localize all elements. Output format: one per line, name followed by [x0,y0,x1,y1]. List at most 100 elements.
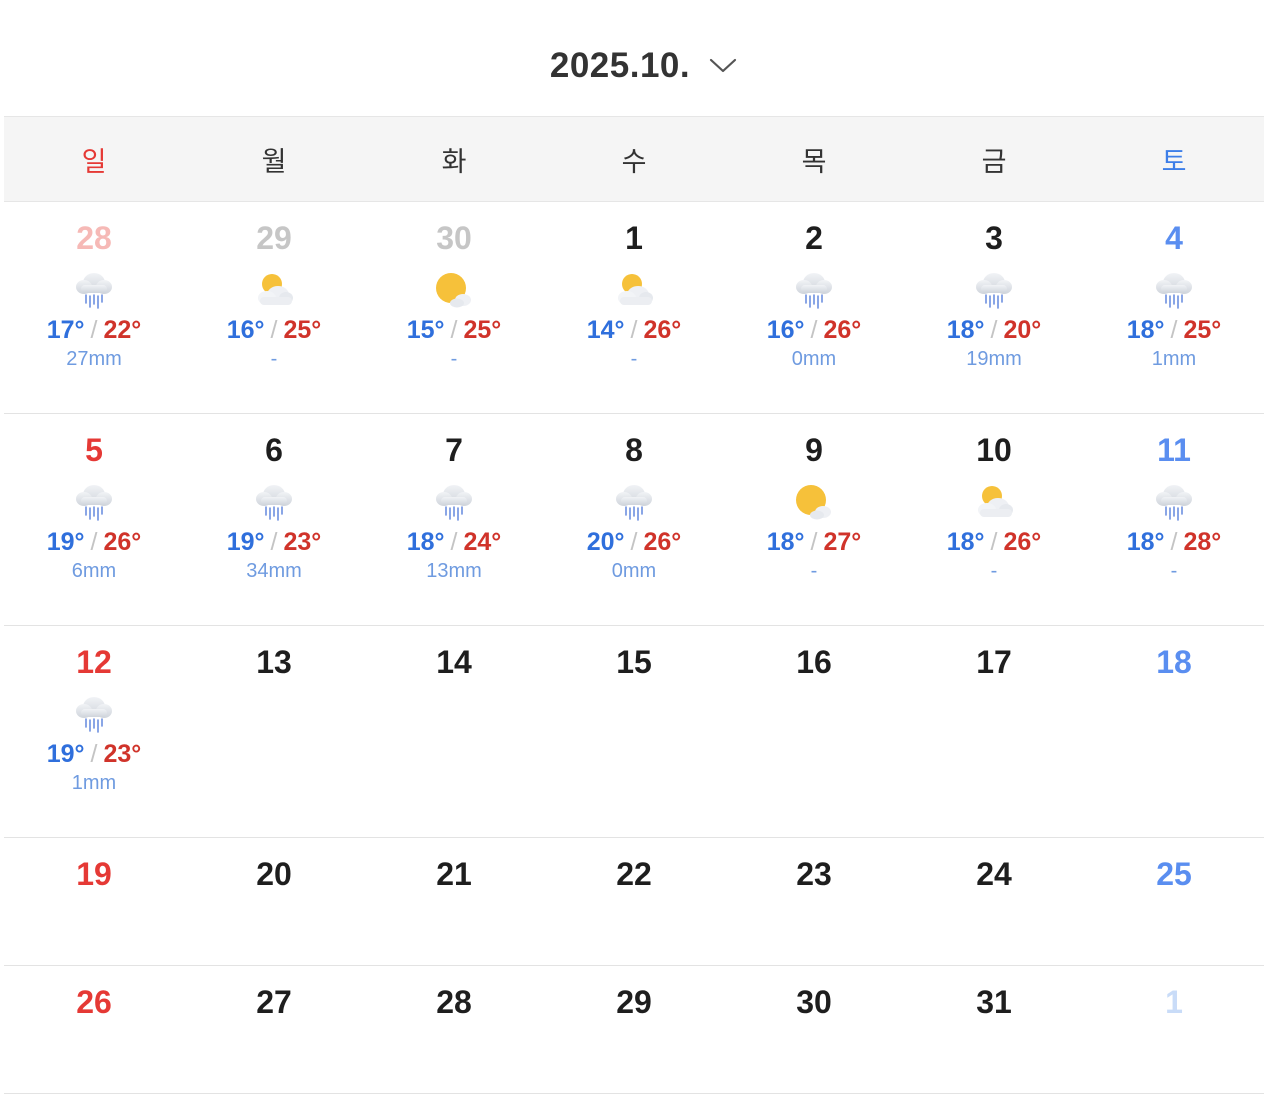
day-cell[interactable]: 25 [1084,838,1264,965]
day-cell[interactable]: 21 [364,838,544,965]
day-number: 31 [976,984,1012,1020]
day-number: 15 [616,644,652,680]
day-number: 23 [796,856,832,892]
day-cell[interactable]: 1 14°/26° - [544,202,724,413]
day-cell[interactable]: 11 18°/28° - [1084,414,1264,625]
temp-separator: / [1170,316,1178,344]
day-cell[interactable]: 27 [184,966,364,1093]
weekday-mon: 월 [261,146,287,177]
weekday-tue: 화 [441,146,467,177]
temp-separator: / [270,316,278,344]
day-cell[interactable]: 28 17°/22° 27mm [4,202,184,413]
day-cell[interactable]: 3 18°/20° 19mm [904,202,1084,413]
day-cell[interactable]: 2 16°/26° 0mm [724,202,904,413]
rain-cloud-icon [1151,479,1197,525]
precipitation: 34mm [246,560,302,582]
precipitation: 1mm [71,772,117,794]
day-cell[interactable]: 10 18°/26° - [904,414,1084,625]
week-row: 12 19°/23° 1mm 13 14 15 16 17 18 [4,626,1264,838]
day-cell[interactable]: 20 [184,838,364,965]
temp-high: 25° [283,316,322,344]
week-row: 26 27 28 29 30 31 1 [4,966,1264,1094]
weekday-wed: 수 [621,146,647,177]
temperature-range: 18°/27° [767,526,862,558]
day-cell[interactable]: 1 [1084,966,1264,1093]
temp-low: 19° [226,528,265,556]
day-cell[interactable]: 23 [724,838,904,965]
temp-high: 25° [463,316,502,344]
rain-cloud-icon [791,267,837,313]
day-cell[interactable]: 7 18°/24° 13mm [364,414,544,625]
weekday-sun: 일 [81,146,107,177]
partly-cloudy-icon [971,479,1017,525]
temperature-range: 16°/25° [227,314,322,346]
precipitation: 13mm [426,560,482,582]
day-cell[interactable]: 13 [184,626,364,837]
day-number: 21 [436,856,472,892]
day-cell[interactable]: 4 18°/25° 1mm [1084,202,1264,413]
day-cell[interactable]: 29 [544,966,724,1093]
rain-cloud-icon [1151,267,1197,313]
day-cell[interactable]: 5 19°/26° 6mm [4,414,184,625]
temp-high: 20° [1003,316,1042,344]
day-number: 14 [436,644,472,680]
day-cell[interactable]: 26 [4,966,184,1093]
temperature-range: 18°/25° [1127,314,1222,346]
day-cell[interactable]: 6 19°/23° 34mm [184,414,364,625]
day-number: 1 [1165,984,1183,1020]
temp-high: 23° [103,740,142,768]
day-cell[interactable]: 22 [544,838,724,965]
sun-icon [431,267,477,313]
weekday-fri: 금 [981,146,1007,177]
day-cell[interactable]: 8 20°/26° 0mm [544,414,724,625]
day-cell[interactable]: 19 [4,838,184,965]
day-cell[interactable]: 18 [1084,626,1264,837]
temp-separator: / [990,316,998,344]
temp-high: 25° [1183,316,1222,344]
weekday-thu: 목 [801,146,827,177]
temp-separator: / [450,316,458,344]
temp-separator: / [990,528,998,556]
precipitation: 6mm [71,560,117,582]
day-cell[interactable]: 30 15°/25° - [364,202,544,413]
day-number: 28 [76,220,112,256]
temp-separator: / [810,528,818,556]
temp-separator: / [270,528,278,556]
day-cell[interactable]: 14 [364,626,544,837]
week-row: 5 19°/26° 6mm 6 19°/23° 34mm 7 18°/24° 13mm 8 20° /… [4,414,1264,626]
temp-low: 20° [586,528,625,556]
day-cell[interactable]: 12 19°/23° 1mm [4,626,184,837]
weekday-sat: 토 [1161,146,1187,177]
day-cell[interactable]: 9 18°/27° - [724,414,904,625]
temp-high: 26° [643,316,682,344]
temperature-range: 18°/20° [947,314,1042,346]
day-number: 8 [625,432,643,468]
temperature-range: 17°/22° [47,314,142,346]
temp-separator: / [90,316,98,344]
day-number: 18 [1156,644,1192,680]
chevron-down-icon[interactable] [708,54,738,78]
day-cell[interactable]: 30 [724,966,904,1093]
day-cell[interactable]: 16 [724,626,904,837]
day-cell[interactable]: 24 [904,838,1084,965]
day-number: 3 [985,220,1003,256]
day-cell[interactable]: 31 [904,966,1084,1093]
temp-low: 18° [766,528,805,556]
day-number: 30 [796,984,832,1020]
temp-low: 19° [46,528,85,556]
rain-cloud-icon [971,267,1017,313]
day-number: 22 [616,856,652,892]
precipitation: 27mm [66,348,122,370]
day-cell[interactable]: 29 16°/25° - [184,202,364,413]
month-title[interactable]: 2025.10. [550,46,690,86]
sun-icon [791,479,837,525]
day-cell[interactable]: 28 [364,966,544,1093]
temp-high: 27° [823,528,862,556]
day-cell[interactable]: 15 [544,626,724,837]
day-number: 11 [1157,432,1191,468]
calendar-grid: 일 월 화 수 목 금 토 28 17°/22° 27mm 29 16°/25° -30 1… [4,116,1264,1094]
day-number: 29 [616,984,652,1020]
day-cell[interactable]: 17 [904,626,1084,837]
temperature-range: 20°/26° [587,526,682,558]
day-number: 19 [76,856,112,892]
